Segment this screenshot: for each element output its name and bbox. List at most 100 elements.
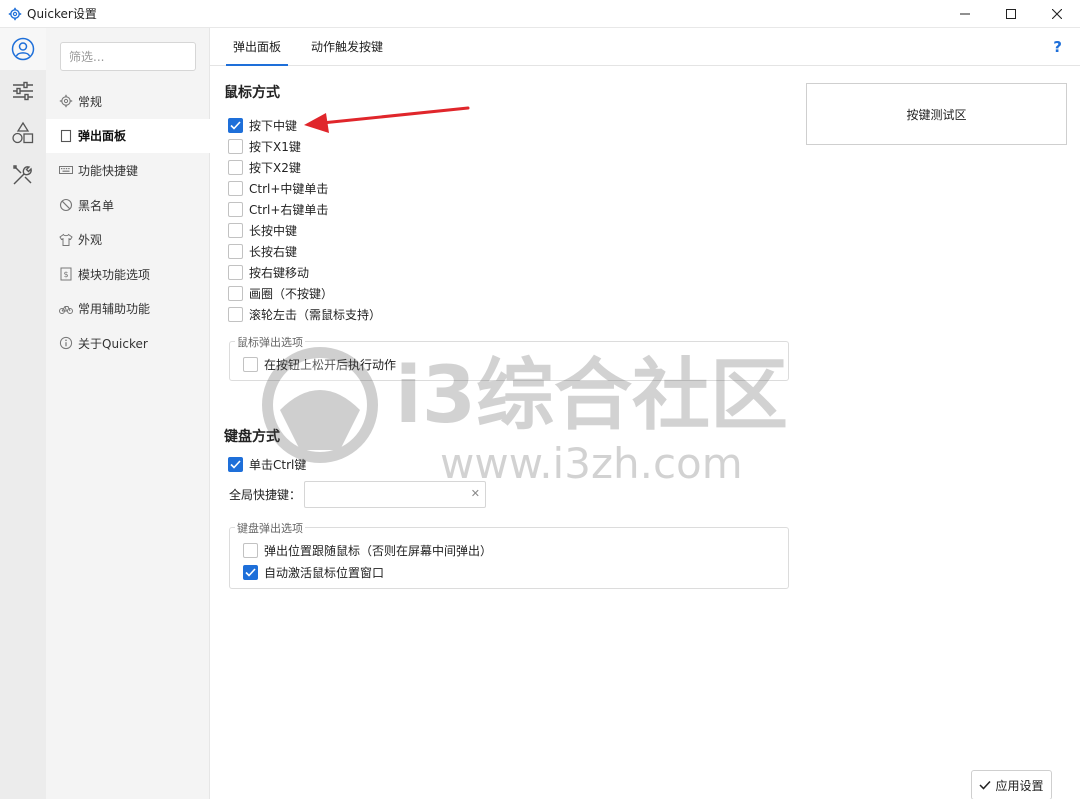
checkbox[interactable] [228,264,243,280]
sidebar: 常规 弹出面板 功能快捷键 黑名单 外观 $ 模块功能选项 常用辅助功能 关于Q [46,28,210,799]
checkbox-label: 长按中键 [249,223,298,238]
sidebar-item-label: 黑名单 [78,198,115,213]
sidebar-item-label: 外观 [78,233,103,248]
checkbox-label: 按右键移动 [249,265,310,280]
rail-settings[interactable] [0,70,46,112]
tab-trigger-keys[interactable]: 动作触发按键 [304,28,390,66]
sidebar-item-label: 模块功能选项 [78,267,151,282]
maximize-icon [1006,9,1016,19]
window-title: Quicker设置 [27,7,97,21]
sidebar-item-module-options[interactable]: $ 模块功能选项 [46,257,210,292]
sidebar-item-label: 关于Quicker [78,336,148,351]
checkbox-label: 按下中键 [249,118,298,133]
clear-icon[interactable]: ✕ [471,487,480,500]
shapes-icon [12,121,34,144]
sidebar-nav: 常规 弹出面板 功能快捷键 黑名单 外观 $ 模块功能选项 常用辅助功能 关于Q [46,84,210,361]
apply-settings-button[interactable]: 应用设置 [971,770,1052,799]
sliders-icon [13,81,33,101]
minimize-button[interactable] [942,0,988,28]
checkbox[interactable] [228,117,243,133]
sidebar-item-label: 弹出面板 [78,129,127,144]
sidebar-item-hotkeys[interactable]: 功能快捷键 [46,153,210,188]
checkbox[interactable] [228,138,243,154]
mouse-popup-group: 鼠标弹出选项 在按钮上松开后执行动作 [229,334,789,381]
checkbox-label: Ctrl+中键单击 [249,181,329,196]
checkbox[interactable] [243,356,258,372]
checkbox[interactable] [228,456,243,472]
hotkey-label: 全局快捷键： [229,488,302,502]
sidebar-item-popup-panel[interactable]: 弹出面板 [46,118,210,154]
sidebar-item-about[interactable]: 关于Quicker [46,326,210,361]
tab-bar: 弹出面板 动作触发按键 ? [210,28,1080,66]
filter-input[interactable] [60,42,196,71]
sidebar-item-blacklist[interactable]: 黑名单 [46,188,210,223]
keyboard-popup-activate-window[interactable]: 自动激活鼠标位置窗口 [243,562,384,582]
sidebar-item-label: 功能快捷键 [78,163,139,178]
mouse-option-circle[interactable]: 画圈（不按键） [228,283,333,303]
rail-shapes[interactable] [0,112,46,154]
mouse-option-ctrl-middle[interactable]: Ctrl+中键单击 [228,178,328,198]
mouse-option-long-middle[interactable]: 长按中键 [228,220,297,240]
sidebar-item-label: 常规 [78,94,103,109]
checkbox-label: 长按右键 [249,244,298,259]
apply-label: 应用设置 [995,778,1044,793]
keyboard-popup-group: 键盘弹出选项 弹出位置跟随鼠标（否则在屏幕中间弹出） 自动激活鼠标位置窗口 [229,520,789,589]
checkbox[interactable] [228,222,243,238]
sidebar-item-assist[interactable]: 常用辅助功能 [46,292,210,327]
checkbox[interactable] [243,542,258,558]
checkbox-label: 自动激活鼠标位置窗口 [264,565,385,580]
checkbox[interactable] [228,180,243,196]
checkbox[interactable] [243,564,258,580]
mouse-option-right-drag[interactable]: 按右键移动 [228,262,309,282]
info-icon [58,335,74,351]
tab-popup-panel[interactable]: 弹出面板 [226,28,288,66]
title-bar: Quicker设置 [0,0,1080,28]
sidebar-item-general[interactable]: 常规 [46,84,210,119]
checkbox-label: 按下X1键 [249,139,301,154]
mouse-option-wheel-left[interactable]: 滚轮左击（需鼠标支持） [228,304,381,324]
checkbox-label: 单击Ctrl键 [249,457,307,472]
mouse-section-title: 鼠标方式 [224,85,280,101]
checkbox-label: 在按钮上松开后执行动作 [264,357,397,372]
keyboard-section-title: 键盘方式 [224,429,280,445]
checkbox[interactable] [228,243,243,259]
hotkey-input[interactable]: ✕ [304,481,486,508]
maximize-button[interactable] [988,0,1034,28]
shirt-icon [58,232,74,248]
checkbox-label: 弹出位置跟随鼠标（否则在屏幕中间弹出） [264,543,493,558]
rail-tools[interactable] [0,154,46,196]
group-label: 鼠标弹出选项 [235,334,305,350]
mouse-option-x1[interactable]: 按下X1键 [228,136,301,156]
panel-icon [58,128,74,144]
mouse-popup-release-option[interactable]: 在按钮上松开后执行动作 [243,354,396,374]
checkbox-label: 按下X2键 [249,160,301,175]
mouse-option-middle-click[interactable]: 按下中键 [228,115,297,135]
user-icon [11,37,35,61]
rail-account[interactable] [0,28,46,70]
module-icon: $ [58,266,74,282]
checkbox[interactable] [228,306,243,322]
tools-icon [13,165,32,185]
mouse-option-ctrl-right[interactable]: Ctrl+右键单击 [228,199,328,219]
checkbox[interactable] [228,285,243,301]
block-icon [58,197,74,213]
key-test-area[interactable]: 按键测试区 [806,83,1067,145]
sidebar-item-appearance[interactable]: 外观 [46,222,210,257]
checkbox[interactable] [228,159,243,175]
keyboard-popup-follow-mouse[interactable]: 弹出位置跟随鼠标（否则在屏幕中间弹出） [243,540,492,560]
mouse-option-x2[interactable]: 按下X2键 [228,157,301,177]
checkbox-label: Ctrl+右键单击 [249,202,329,217]
close-button[interactable] [1034,0,1080,28]
keyboard-option-ctrl[interactable]: 单击Ctrl键 [228,454,306,474]
close-icon [1052,9,1062,19]
app-gear-icon [8,7,22,21]
check-icon [979,780,992,790]
help-button[interactable]: ? [1053,38,1062,56]
mouse-option-long-right[interactable]: 长按右键 [228,241,297,261]
main-panel: 弹出面板 动作触发按键 ? 鼠标方式 按下中键 按下X1键 按下X2键 Ctrl… [210,28,1080,799]
minimize-icon [960,13,970,15]
group-label: 键盘弹出选项 [235,520,305,536]
checkbox[interactable] [228,201,243,217]
checkbox-label: 滚轮左击（需鼠标支持） [249,307,382,322]
icon-rail [0,28,46,799]
